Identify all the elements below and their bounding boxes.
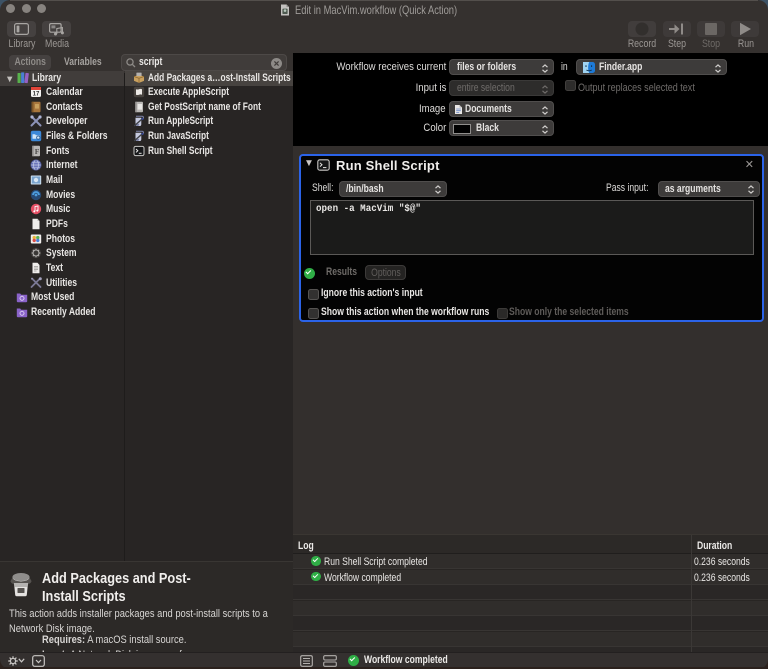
svg-text:17: 17 <box>33 92 40 98</box>
svg-text:F: F <box>35 147 40 156</box>
